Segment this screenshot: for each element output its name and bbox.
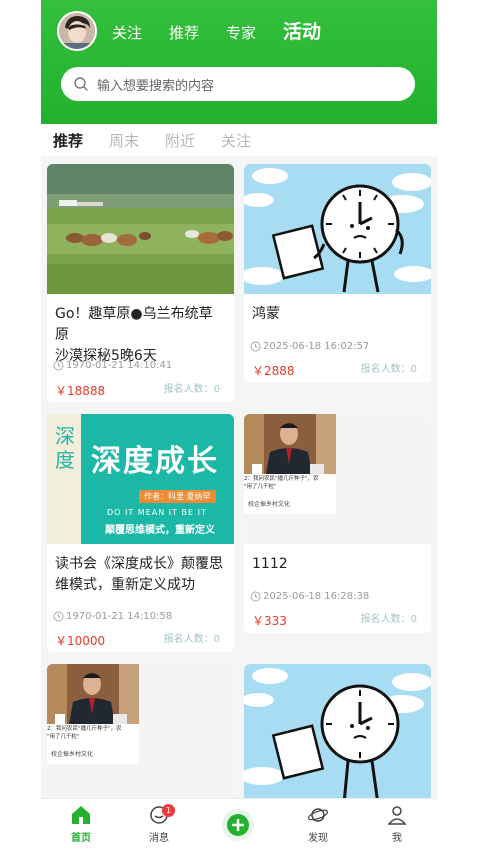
card-signup-count: 报名人数：0 bbox=[163, 634, 220, 645]
card-title: 1112 bbox=[252, 554, 423, 575]
clock-cartoon-image bbox=[244, 664, 431, 804]
subtab-recommend[interactable]: 推荐 bbox=[53, 130, 83, 151]
top-tab-bar: 关注 推荐 专家 活动 bbox=[112, 18, 348, 47]
nav-discover[interactable]: 发现 bbox=[298, 805, 338, 844]
card-signup-count: 报名人数：0 bbox=[163, 384, 220, 395]
tab-follow[interactable]: 关注 bbox=[112, 19, 142, 47]
card-signup-count: 报名人数：0 bbox=[360, 614, 417, 625]
tab-expert[interactable]: 专家 bbox=[226, 19, 256, 47]
video-source: 校企振乡村文化 bbox=[51, 751, 94, 758]
activity-card[interactable]: 鸿蒙 2025-06-18 16:02:57 ￥2888 报名人数：0 bbox=[244, 164, 431, 383]
card-time: 1970-01-21 14:10:58 bbox=[53, 611, 172, 622]
subtab-follow[interactable]: 关注 bbox=[221, 130, 251, 151]
clock-icon bbox=[250, 341, 261, 352]
search-placeholder: 输入想要搜索的内容 bbox=[97, 78, 215, 94]
card-time-text: 2025-06-18 16:02:57 bbox=[263, 341, 370, 352]
video-thumbnail: 2：我问农民"播几斤种子"，农 "用了几千粒" 校企振乡村文化 bbox=[47, 664, 234, 804]
nav-home-label: 首页 bbox=[71, 833, 91, 844]
video-caption: 2：我问农民"播几斤种子"，农 bbox=[47, 726, 122, 732]
subtab-nearby[interactable]: 附近 bbox=[165, 130, 195, 151]
card-title-line: 读书会《深度成长》颠覆思 bbox=[55, 556, 223, 572]
activity-card[interactable]: 2：我问农民"播几斤种子"，农 "用了几千粒" 校企振乡村文化 1112 202… bbox=[244, 414, 431, 633]
card-time: 1970-01-21 14:10:41 bbox=[53, 360, 172, 371]
book-spine: 深度 bbox=[47, 414, 81, 544]
top-header: 关注 推荐 专家 活动 输入想要搜索的内容 bbox=[41, 0, 437, 124]
video-thumbnail: 2：我问农民"播几斤种子"，农 "用了几千粒" 校企振乡村文化 bbox=[244, 414, 431, 544]
card-title: 鸿蒙 bbox=[252, 304, 423, 325]
card-title-line: 维模式，重新定义成功 bbox=[55, 577, 195, 593]
book-author: 作者：科里·夏纳罕 bbox=[139, 490, 216, 503]
nav-me[interactable]: 我 bbox=[377, 805, 417, 844]
book-english: DO IT MEAN IT BE IT bbox=[107, 508, 207, 517]
book-cover-image: 深度 深度成长 作者：科里·夏纳罕 DO IT MEAN IT BE IT 颠覆… bbox=[47, 414, 234, 544]
avatar[interactable] bbox=[57, 11, 97, 51]
speaker-photo bbox=[47, 664, 139, 724]
tab-recommend[interactable]: 推荐 bbox=[169, 19, 199, 47]
card-title: 读书会《深度成长》颠覆思 维模式，重新定义成功 bbox=[55, 554, 226, 596]
card-price: ￥2888 bbox=[252, 364, 295, 378]
clock-icon bbox=[53, 611, 64, 622]
card-title-line: Go！趣草原●乌兰布统草原 bbox=[55, 306, 213, 343]
sub-tab-bar: 推荐 周末 附近 关注 bbox=[41, 124, 437, 156]
card-time: 2025-06-18 16:28:38 bbox=[250, 591, 369, 602]
user-icon bbox=[387, 806, 407, 825]
activity-card[interactable]: 深度 深度成长 作者：科里·夏纳罕 DO IT MEAN IT BE IT 颠覆… bbox=[47, 414, 234, 652]
card-signup-count: 报名人数：0 bbox=[360, 364, 417, 375]
card-time-text: 1970-01-21 14:10:58 bbox=[66, 611, 173, 622]
app-page: 关注 推荐 专家 活动 输入想要搜索的内容 推荐 周末 附近 关注 Go！趣草原… bbox=[41, 0, 437, 850]
card-price: ￥333 bbox=[252, 614, 287, 628]
speaker-photo bbox=[244, 414, 336, 474]
activity-card[interactable]: Go！趣草原●乌兰布统草原 沙漠探秘5晚6天 1970-01-21 14:10:… bbox=[47, 164, 234, 402]
video-caption: 2：我问农民"播几斤种子"，农 bbox=[244, 476, 319, 482]
clock-icon bbox=[250, 591, 261, 602]
search-input[interactable]: 输入想要搜索的内容 bbox=[61, 67, 415, 101]
nav-home[interactable]: 首页 bbox=[61, 805, 101, 844]
add-button[interactable] bbox=[222, 809, 254, 841]
card-time-text: 2025-06-18 16:28:38 bbox=[263, 591, 370, 602]
video-caption: "用了几千粒" bbox=[47, 734, 80, 740]
bottom-nav: 首页 1 消息 发现 我 bbox=[41, 798, 437, 850]
nav-discover-label: 发现 bbox=[308, 833, 328, 844]
message-badge: 1 bbox=[162, 804, 175, 817]
card-title-line: 鸿蒙 bbox=[252, 306, 280, 322]
clock-icon bbox=[53, 360, 64, 371]
home-icon bbox=[72, 806, 90, 824]
video-frame: 2：我问农民"播几斤种子"，农 "用了几千粒" 校企振乡村文化 bbox=[47, 664, 139, 764]
plus-icon bbox=[227, 814, 249, 836]
book-vertical-text: 深度 bbox=[55, 424, 75, 472]
nav-me-label: 我 bbox=[392, 833, 402, 844]
subtab-weekend[interactable]: 周末 bbox=[109, 130, 139, 151]
card-title: Go！趣草原●乌兰布统草原 沙漠探秘5晚6天 bbox=[55, 304, 226, 367]
nav-messages-label: 消息 bbox=[149, 833, 169, 844]
video-frame: 2：我问农民"播几斤种子"，农 "用了几千粒" 校企振乡村文化 bbox=[244, 414, 336, 514]
card-price: ￥10000 bbox=[55, 634, 106, 648]
video-source: 校企振乡村文化 bbox=[248, 501, 291, 508]
card-price: ￥18888 bbox=[55, 384, 106, 398]
grassland-image bbox=[47, 164, 234, 294]
tab-activity[interactable]: 活动 bbox=[283, 18, 321, 46]
activity-card[interactable] bbox=[244, 664, 431, 804]
video-caption: "用了几千粒" bbox=[244, 484, 277, 490]
card-time: 2025-06-18 16:02:57 bbox=[250, 341, 369, 352]
search-icon bbox=[74, 77, 88, 91]
activity-card[interactable]: 2：我问农民"播几斤种子"，农 "用了几千粒" 校企振乡村文化 bbox=[47, 664, 234, 804]
card-title-line: 1112 bbox=[252, 556, 288, 572]
clock-cartoon-image bbox=[244, 164, 431, 294]
book-headline: 深度成长 bbox=[91, 444, 219, 479]
book-slogan: 颠覆思维模式，重新定义 bbox=[105, 525, 215, 536]
planet-icon bbox=[307, 808, 329, 822]
nav-messages[interactable]: 1 消息 bbox=[139, 804, 179, 844]
card-time-text: 1970-01-21 14:10:41 bbox=[66, 360, 173, 371]
